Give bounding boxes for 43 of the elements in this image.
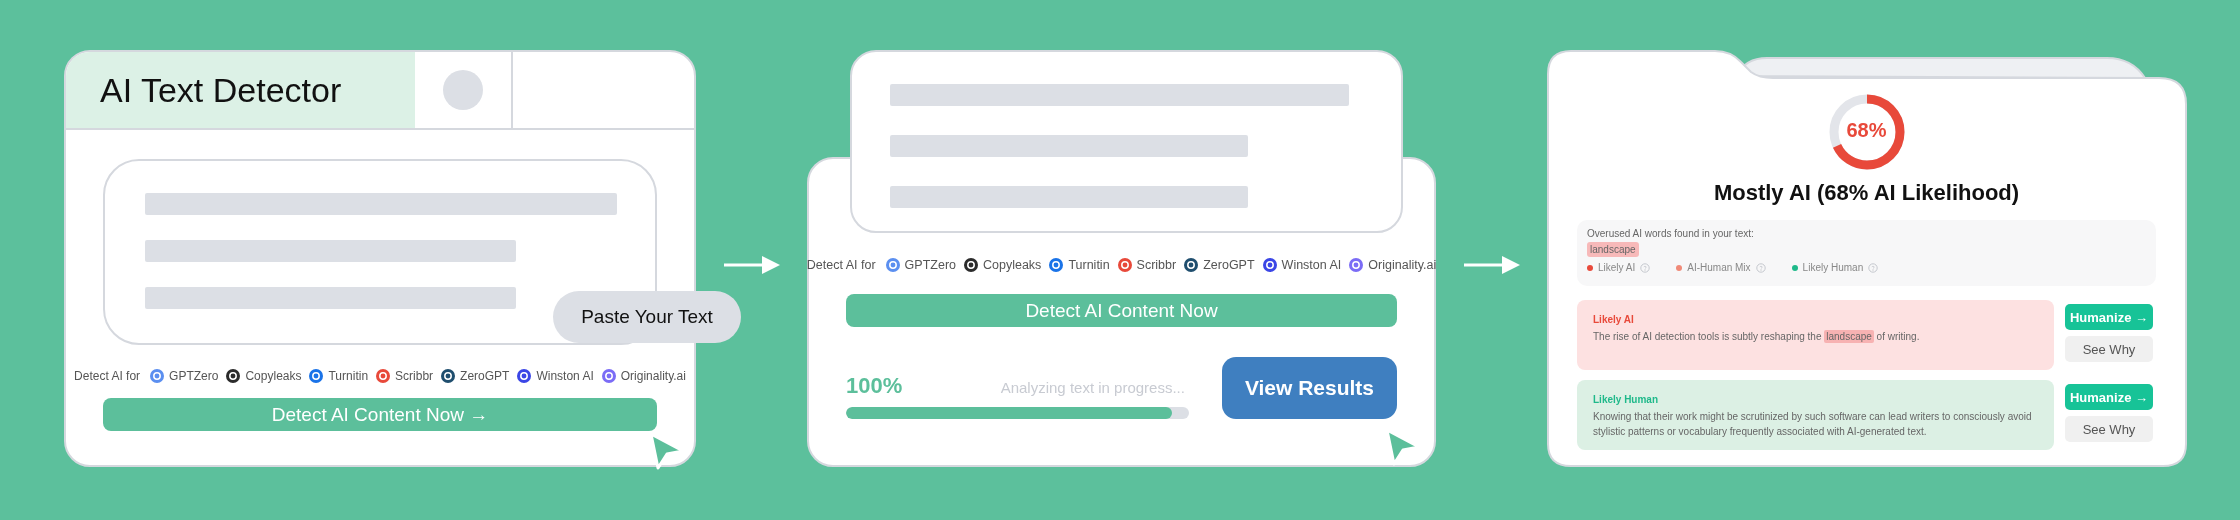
tool-name: Scribbr — [395, 369, 434, 383]
see-why-button[interactable]: See Why — [2065, 416, 2153, 442]
view-results-button[interactable]: View Results — [1221, 357, 1397, 419]
verdict-title: Mostly AI (68% AI Likelihood) — [1713, 180, 2020, 206]
arrow-icon — [721, 253, 782, 277]
tool-name: Scribbr — [1136, 258, 1177, 272]
tool-name: Turnitin — [1068, 258, 1110, 272]
humanize-button[interactable]: Humanize → — [2065, 384, 2153, 410]
tool-name: GPTZero — [169, 369, 219, 383]
paste-button[interactable]: Paste Your Text — [553, 291, 741, 343]
tool-name: Turnitin — [328, 369, 369, 383]
word-tag: landscape — [1587, 242, 1639, 257]
info-text: Overused AI words found in your text: — [1587, 228, 1755, 239]
see-why-button[interactable]: See Why — [2065, 336, 2153, 362]
humanize-button[interactable]: Humanize → — [2065, 304, 2153, 330]
app-title: AI Text Detector — [66, 52, 415, 128]
detect-label: Detect AI for — [74, 369, 141, 383]
tool-name: Originality.ai — [1368, 258, 1437, 272]
segment-text: Knowing that their work might be scrutinized by such software can lead writers to consciously avoid stylistic patterns or vocabulary frequently associated with AI-generated text. — [1593, 410, 2033, 439]
tool-name: ZeroGPT — [1203, 258, 1255, 272]
help-icon — [1868, 262, 1879, 273]
detect-label: Detect AI for — [806, 258, 876, 272]
detect-button[interactable]: Detect AI Content Now — [846, 294, 1397, 327]
tool-name: Winston AI — [1281, 258, 1342, 272]
segment-label: Likely AI — [1593, 314, 1635, 325]
arrow-icon — [1461, 253, 1522, 277]
tool-name: Winston AI — [536, 369, 594, 383]
legend-label: Likely Human — [1802, 262, 1864, 273]
legend-label: AI-Human Mix — [1687, 262, 1751, 273]
legend-label: Likely AI — [1598, 262, 1636, 273]
help-icon — [1640, 262, 1651, 273]
tool-name: GPTZero — [904, 258, 956, 272]
avatar-placeholder — [443, 70, 483, 110]
help-icon — [1755, 262, 1766, 273]
segment-text: The rise of AI detection tools is subtly reshaping the landscape of writing. — [1593, 330, 1921, 345]
tool-name: Copyleaks — [983, 258, 1042, 272]
segment-label: Likely Human — [1593, 394, 1660, 405]
tool-name: Copyleaks — [245, 369, 302, 383]
score-text: 68% — [1845, 119, 1888, 142]
tool-name: ZeroGPT — [460, 369, 510, 383]
progress-percent: 100% — [846, 373, 903, 399]
detect-button[interactable]: Detect AI Content Now → — [103, 398, 657, 431]
tool-name: Originality.ai — [620, 369, 686, 383]
